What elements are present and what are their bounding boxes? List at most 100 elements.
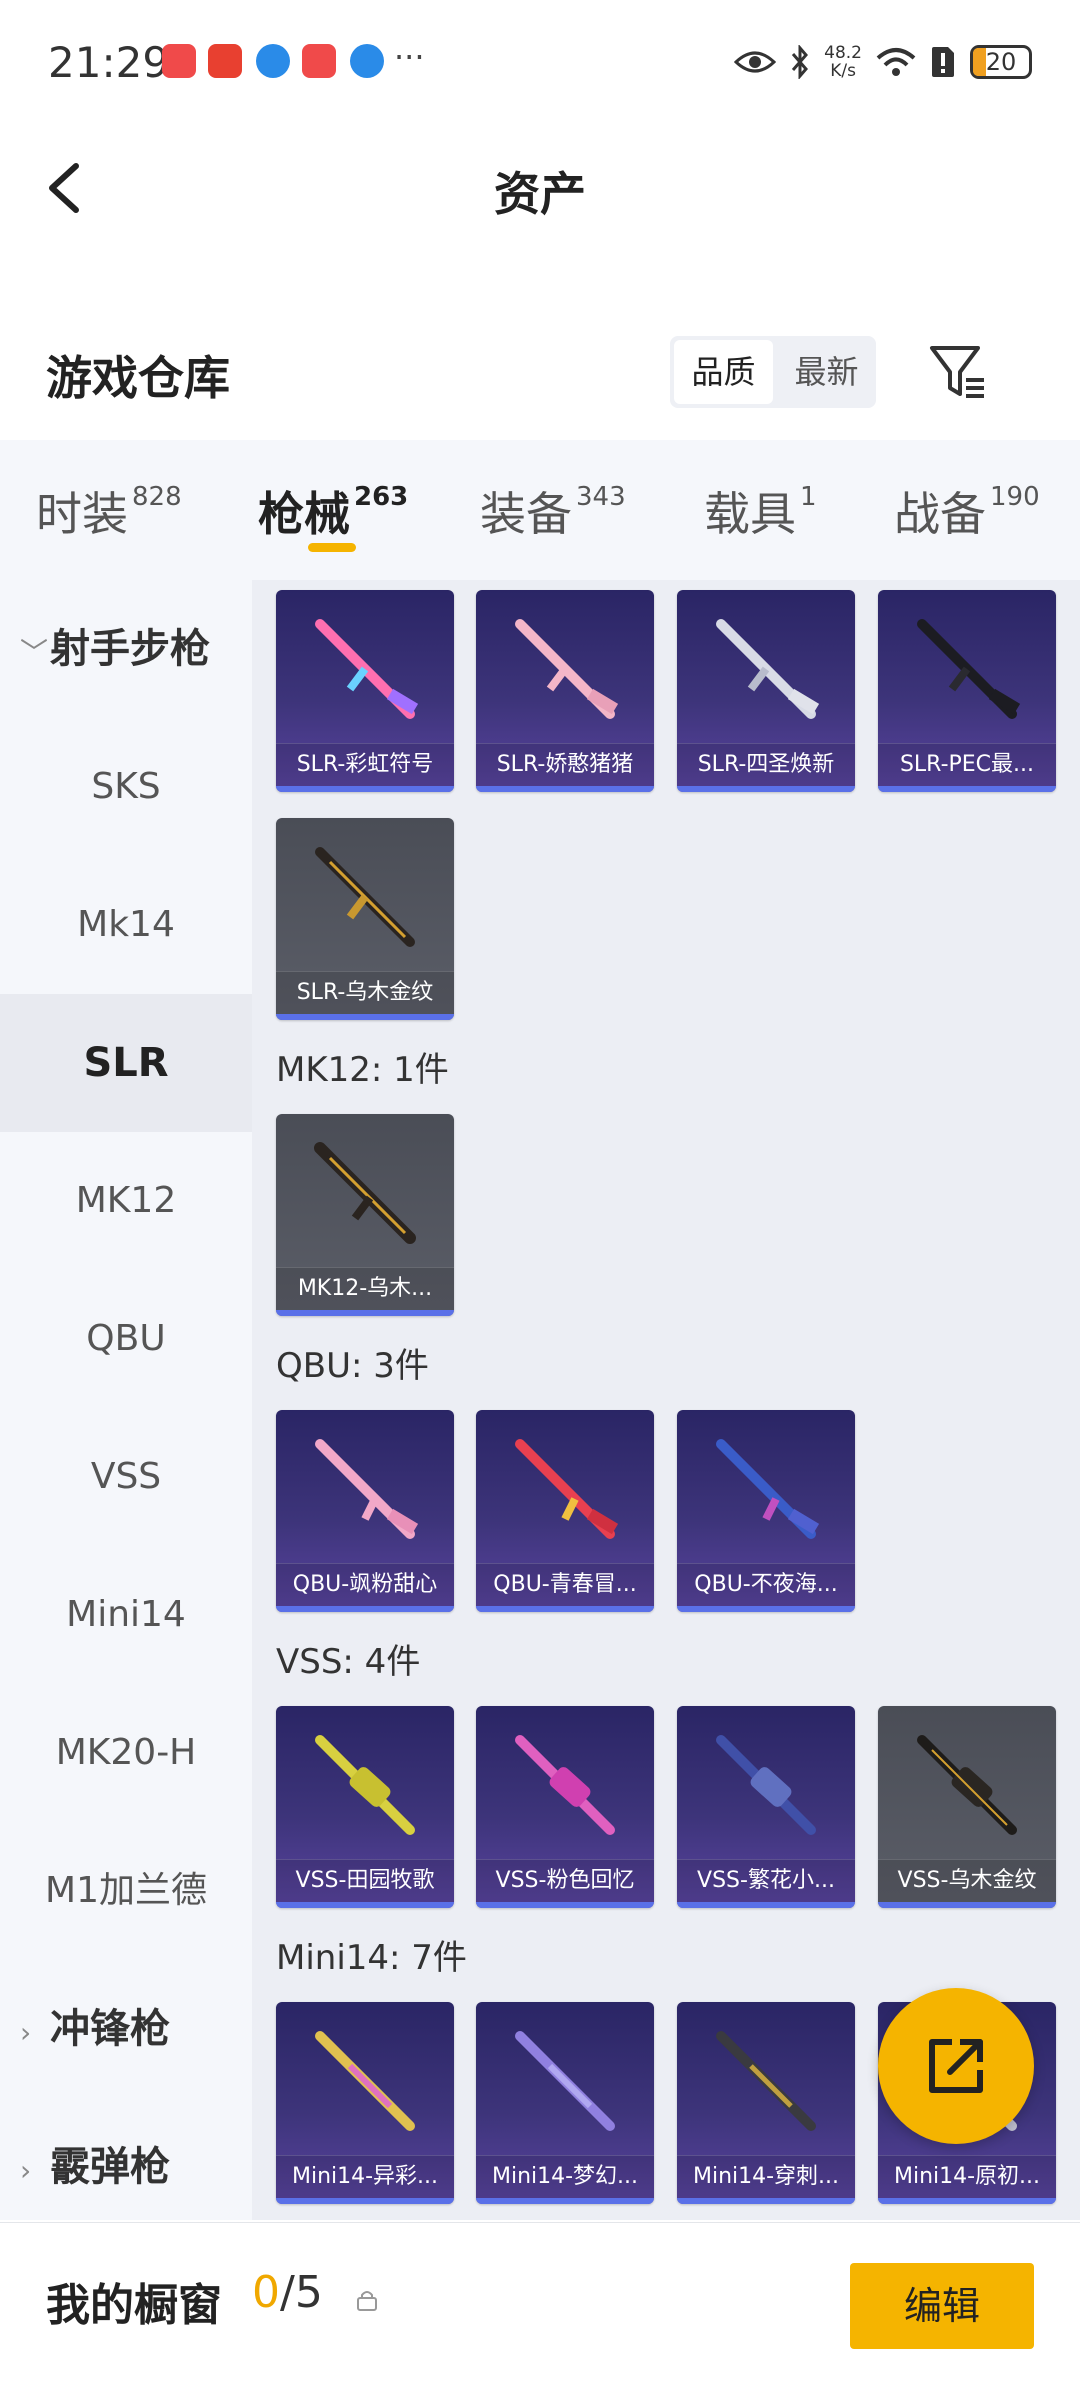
tab-supplies[interactable]: 战备 190: [894, 478, 1040, 544]
warehouse-title: 游戏仓库: [46, 351, 230, 405]
showcase-count: 0/5: [252, 2267, 323, 2318]
rifle-icon: [314, 1142, 416, 1244]
active-tab-indicator: [308, 543, 356, 552]
section-title-mk12: MK12: 1件: [276, 1050, 449, 1090]
sidebar-group-smg[interactable]: › 冲锋枪: [20, 1960, 170, 2098]
rifle-icon: [716, 2031, 816, 2131]
category-tabs: 时装 828 枪械 263 装备 343 载具 1 战备 190: [0, 440, 1080, 580]
rarity-bar: [276, 1902, 454, 1908]
wifi-icon: [876, 48, 916, 76]
status-icons: 48.2 K/s 20: [734, 40, 1032, 84]
weapon-type-sidebar: ﹀射手步枪 SKS Mk14 SLR MK12 QBU VSS Mini14 M…: [0, 580, 252, 2220]
rifle-icon: [515, 1735, 615, 1835]
rarity-bar: [677, 786, 855, 792]
rarity-bar: [276, 1014, 454, 1020]
tab-firearms[interactable]: 枪械 263: [258, 478, 408, 544]
tab-fashion[interactable]: 时装 828: [36, 478, 182, 544]
bluetooth-icon: [792, 45, 809, 79]
skin-name: Mini14-梦幻...: [476, 2155, 654, 2198]
skin-card[interactable]: Mini14-梦幻...: [476, 2002, 654, 2204]
filter-icon[interactable]: [928, 342, 988, 402]
chevron-right-icon: ›: [20, 2016, 32, 2049]
rarity-bar: [878, 2198, 1056, 2204]
sidebar-item-vss[interactable]: VSS: [0, 1408, 252, 1546]
skin-card[interactable]: VSS-繁花小...: [677, 1706, 855, 1908]
external-link-icon: [929, 2039, 983, 2093]
sidebar-item-mk14[interactable]: Mk14: [0, 856, 252, 994]
skin-card[interactable]: VSS-田园牧歌: [276, 1706, 454, 1908]
sort-newest-button[interactable]: 最新: [777, 336, 876, 408]
rifle-icon: [716, 1735, 816, 1835]
rifle-icon: [917, 1735, 1017, 1835]
rarity-bar: [276, 2198, 454, 2204]
chevron-right-icon: ›: [20, 2154, 32, 2187]
rifle-icon: [315, 847, 415, 947]
rifle-icon: [315, 1439, 419, 1539]
skin-card[interactable]: SLR-四圣焕新: [677, 590, 855, 792]
section-title-vss: VSS: 4件: [276, 1642, 421, 1682]
skin-card[interactable]: MK12-乌木...: [276, 1114, 454, 1316]
skin-card[interactable]: SLR-PEC最...: [878, 590, 1056, 792]
shop-app-icon: [162, 44, 196, 78]
rarity-bar: [677, 2198, 855, 2204]
sidebar-group-shotgun[interactable]: › 霰弹枪: [20, 2098, 170, 2236]
skin-name: VSS-繁花小...: [677, 1859, 855, 1902]
sidebar-group-marksman-rifles[interactable]: ﹀射手步枪: [20, 580, 210, 718]
status-bar: 21:29 ··· 48.2 K/s 20: [0, 0, 1080, 120]
browser-icon: [256, 44, 290, 78]
browser-icon-2: [350, 44, 384, 78]
skin-name: VSS-乌木金纹: [878, 1859, 1056, 1902]
skin-card[interactable]: Mini14-异彩...: [276, 2002, 454, 2204]
sort-quality-button[interactable]: 品质: [674, 340, 773, 404]
skin-name: SLR-PEC最...: [878, 743, 1056, 786]
lock-icon: [357, 2291, 377, 2311]
skin-name: VSS-田园牧歌: [276, 1859, 454, 1902]
edit-button[interactable]: 编辑: [850, 2263, 1034, 2349]
skin-card[interactable]: SLR-乌木金纹: [276, 818, 454, 1020]
rarity-bar: [276, 1606, 454, 1612]
warehouse-header: 游戏仓库 品质 最新: [0, 320, 1080, 438]
skin-card[interactable]: SLR-娇憨猪猪: [476, 590, 654, 792]
rarity-bar: [878, 786, 1056, 792]
skin-name: QBU-飒粉甜心: [276, 1563, 454, 1606]
share-fab-button[interactable]: [878, 1988, 1034, 2144]
skin-card[interactable]: QBU-不夜海...: [677, 1410, 855, 1612]
rarity-bar: [476, 1606, 654, 1612]
page-title: 资产: [494, 167, 586, 221]
skin-card[interactable]: QBU-飒粉甜心: [276, 1410, 454, 1612]
rifle-icon: [515, 619, 619, 719]
skin-name: SLR-四圣焕新: [677, 743, 855, 786]
tab-vehicles[interactable]: 载具 1: [704, 478, 817, 544]
skin-name: Mini14-原初...: [878, 2155, 1056, 2198]
sidebar-item-mk20h[interactable]: MK20-H: [0, 1684, 252, 1822]
sidebar-item-qbu[interactable]: QBU: [0, 1270, 252, 1408]
section-title-qbu: QBU: 3件: [276, 1346, 429, 1386]
skin-card[interactable]: QBU-青春冒...: [476, 1410, 654, 1612]
rarity-bar: [276, 786, 454, 792]
eye-icon: [734, 51, 777, 73]
nav-bar: 资产: [0, 120, 1080, 255]
rifle-icon: [716, 619, 820, 719]
skin-name: Mini14-穿刺...: [677, 2155, 855, 2198]
skin-name: QBU-不夜海...: [677, 1563, 855, 1606]
skin-card[interactable]: SLR-彩虹符号: [276, 590, 454, 792]
rarity-bar: [677, 1606, 855, 1612]
chevron-down-icon: ﹀: [20, 636, 49, 669]
rarity-bar: [276, 1310, 454, 1316]
skin-card[interactable]: VSS-乌木金纹: [878, 1706, 1056, 1908]
weapon-skin-grid: SLR-彩虹符号 SLR-娇憨猪猪 SLR-四圣焕新 SLR-PEC最... S…: [252, 580, 1080, 2220]
sidebar-item-mk12[interactable]: MK12: [0, 1132, 252, 1270]
skin-name: Mini14-异彩...: [276, 2155, 454, 2198]
skin-card[interactable]: VSS-粉色回忆: [476, 1706, 654, 1908]
rarity-bar: [476, 1902, 654, 1908]
rifle-icon: [315, 1735, 415, 1835]
tab-equipment[interactable]: 装备 343: [480, 478, 626, 544]
sidebar-item-slr[interactable]: SLR: [0, 994, 252, 1132]
sidebar-item-m1-garand[interactable]: M1加兰德: [0, 1822, 252, 1960]
sort-toggle: 品质 最新: [670, 336, 876, 408]
sidebar-item-sks[interactable]: SKS: [0, 718, 252, 856]
sidebar-item-mini14[interactable]: Mini14: [0, 1546, 252, 1684]
skin-card[interactable]: Mini14-穿刺...: [677, 2002, 855, 2204]
skin-name: QBU-青春冒...: [476, 1563, 654, 1606]
skin-name: SLR-娇憨猪猪: [476, 743, 654, 786]
